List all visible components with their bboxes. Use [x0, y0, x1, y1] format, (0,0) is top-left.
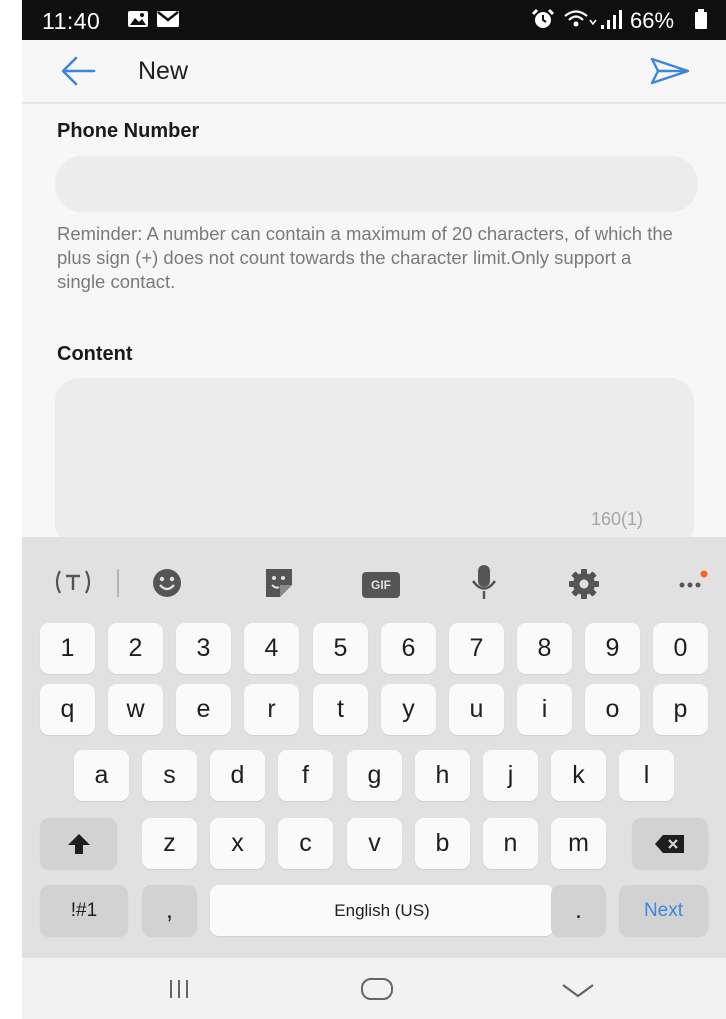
- alarm-icon: [531, 8, 555, 28]
- sticker-icon[interactable]: [262, 567, 296, 599]
- key-j[interactable]: j: [483, 750, 538, 801]
- key-a[interactable]: a: [74, 750, 129, 801]
- key-n[interactable]: n: [483, 818, 538, 869]
- wifi-icon: [564, 10, 597, 27]
- status-time: 11:40: [42, 8, 101, 34]
- key-8[interactable]: 8: [517, 623, 572, 674]
- character-counter: 160(1): [591, 509, 644, 529]
- symbols-key[interactable]: !#1: [40, 885, 128, 936]
- period-key[interactable]: .: [551, 885, 606, 936]
- key-x[interactable]: x: [210, 818, 265, 869]
- back-arrow-icon[interactable]: [60, 55, 96, 87]
- key-e[interactable]: e: [176, 684, 231, 735]
- gallery-icon: [128, 11, 148, 27]
- phone-number-label: Phone Number: [57, 120, 200, 142]
- key-g[interactable]: g: [347, 750, 402, 801]
- backspace-key[interactable]: [632, 818, 708, 869]
- key-r[interactable]: r: [244, 684, 299, 735]
- key-u[interactable]: u: [449, 684, 504, 735]
- key-7[interactable]: 7: [449, 623, 504, 674]
- key-k[interactable]: k: [551, 750, 606, 801]
- battery-percent: 66%: [630, 8, 675, 33]
- comma-key[interactable]: ,: [142, 885, 197, 936]
- reminder-text: Reminder: A number can contain a maximum…: [57, 223, 673, 292]
- more-icon[interactable]: [678, 569, 708, 593]
- key-f[interactable]: f: [278, 750, 333, 801]
- gif-icon[interactable]: GIF: [362, 572, 400, 598]
- key-d[interactable]: d: [210, 750, 265, 801]
- key-3[interactable]: 3: [176, 623, 231, 674]
- key-p[interactable]: p: [653, 684, 708, 735]
- key-5[interactable]: 5: [313, 623, 368, 674]
- emoji-icon[interactable]: [151, 567, 183, 599]
- content-label: Content: [57, 343, 133, 365]
- space-key[interactable]: English (US): [210, 885, 554, 936]
- send-icon[interactable]: [649, 56, 691, 86]
- next-key[interactable]: Next: [619, 885, 708, 936]
- gear-icon[interactable]: [568, 568, 600, 600]
- back-chevron-icon[interactable]: [560, 980, 596, 1000]
- key-0[interactable]: 0: [653, 623, 708, 674]
- key-y[interactable]: y: [381, 684, 436, 735]
- key-q[interactable]: q: [40, 684, 95, 735]
- key-b[interactable]: b: [415, 818, 470, 869]
- toolbar-divider: [117, 569, 119, 597]
- key-1[interactable]: 1: [40, 623, 95, 674]
- keyboard-toolbar: GIF: [22, 537, 726, 621]
- key-6[interactable]: 6: [381, 623, 436, 674]
- key-l[interactable]: l: [619, 750, 674, 801]
- navigation-bar: [22, 958, 726, 1019]
- key-z[interactable]: z: [142, 818, 197, 869]
- key-m[interactable]: m: [551, 818, 606, 869]
- shift-key[interactable]: [40, 818, 117, 869]
- key-t[interactable]: t: [313, 684, 368, 735]
- key-o[interactable]: o: [585, 684, 640, 735]
- key-c[interactable]: c: [278, 818, 333, 869]
- phone-screen: 11:40 66% New Phone Number Reminder: A n…: [22, 0, 726, 1019]
- status-bar: 11:40 66%: [22, 0, 726, 40]
- key-w[interactable]: w: [108, 684, 163, 735]
- signal-icon: [601, 10, 622, 29]
- page-title: New: [138, 57, 189, 85]
- key-i[interactable]: i: [517, 684, 572, 735]
- recent-apps-icon[interactable]: [167, 978, 191, 1000]
- microphone-icon[interactable]: [469, 563, 499, 603]
- key-h[interactable]: h: [415, 750, 470, 801]
- phone-number-input[interactable]: [55, 156, 698, 212]
- key-2[interactable]: 2: [108, 623, 163, 674]
- key-9[interactable]: 9: [585, 623, 640, 674]
- key-4[interactable]: 4: [244, 623, 299, 674]
- battery-icon: [695, 9, 707, 29]
- text-mode-icon[interactable]: [52, 567, 94, 597]
- backspace-icon: [655, 834, 684, 853]
- mail-icon: [157, 11, 179, 27]
- keyboard: GIF 1 2 3 4 5 6 7 8 9 0 q w e r t y u i …: [22, 537, 726, 958]
- app-bar: New: [22, 40, 726, 104]
- home-icon[interactable]: [360, 977, 394, 1001]
- key-v[interactable]: v: [347, 818, 402, 869]
- key-s[interactable]: s: [142, 750, 197, 801]
- shift-arrow-icon: [67, 833, 90, 854]
